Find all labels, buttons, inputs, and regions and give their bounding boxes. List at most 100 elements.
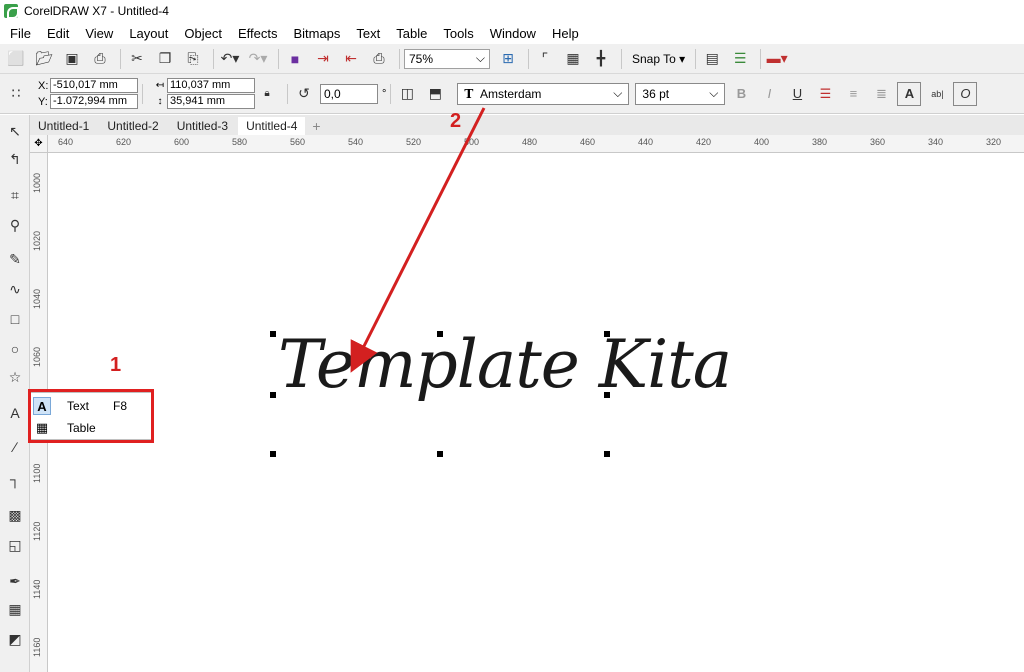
ruler-tick-label: 320 (986, 137, 1002, 147)
coreldraw-logo-icon (4, 4, 19, 19)
italic-icon[interactable]: I (757, 82, 781, 106)
crop-tool-icon[interactable]: ⌗ (3, 183, 27, 207)
eyedropper-tool-icon[interactable]: ✒ (3, 569, 27, 593)
tab-untitled-3[interactable]: Untitled-3 (169, 117, 236, 135)
ellipse-tool-icon[interactable]: ○ (3, 337, 27, 361)
smart-fill-icon[interactable]: ◩ (3, 627, 27, 651)
application-launcher-icon[interactable]: ▬▾ (765, 47, 789, 71)
rotation-angle-input[interactable]: 0,0 (320, 83, 378, 104)
save-icon[interactable]: ▣ (60, 47, 84, 71)
selection-handle[interactable] (437, 331, 443, 337)
menu-file[interactable]: File (6, 26, 39, 41)
new-document-icon[interactable]: ⬜ (4, 47, 28, 71)
menu-edit[interactable]: Edit (39, 26, 77, 41)
pick-tool-icon[interactable]: ↖ (3, 119, 27, 143)
chevron-down-icon: ⌵ (613, 86, 623, 100)
cut-icon[interactable]: ✂ (125, 47, 149, 71)
menu-effects[interactable]: Effects (230, 26, 286, 41)
menu-object[interactable]: Object (176, 26, 230, 41)
width-input[interactable]: 110,037 mm (167, 77, 255, 93)
menu-window[interactable]: Window (482, 26, 544, 41)
parallel-dimension-icon[interactable]: ∕ (3, 435, 27, 459)
x-label: X: (38, 79, 49, 92)
show-rulers-icon[interactable]: ⌜ (533, 47, 557, 71)
menu-layout[interactable]: Layout (121, 26, 176, 41)
edit-text-icon[interactable]: ab| (925, 82, 949, 106)
open-folder-icon[interactable]: 📂︎ (32, 47, 56, 71)
welcome-screen-icon[interactable]: ▤ (700, 47, 724, 71)
tab-untitled-4[interactable]: Untitled-4 (238, 117, 306, 135)
toolbar-divider (399, 48, 400, 69)
redo-icon[interactable]: ↷▾ (246, 47, 270, 71)
bullet-list-icon[interactable]: ≡ (841, 82, 865, 106)
add-tab-icon[interactable]: + (307, 117, 325, 135)
copy-icon[interactable]: ❐ (153, 47, 177, 71)
drop-shadow-icon[interactable]: ▩ (3, 503, 27, 527)
property-divider (287, 83, 288, 104)
rectangle-tool-icon[interactable]: □ (3, 307, 27, 331)
paste-icon[interactable]: ⎘ (181, 47, 205, 71)
zoom-level-select[interactable]: 75% ⌵ (404, 48, 490, 69)
object-origin-icon[interactable]: ∷ (4, 82, 28, 106)
y-label: Y: (38, 95, 48, 108)
menu-view[interactable]: View (77, 26, 121, 41)
export-icon[interactable]: ⇤ (339, 47, 363, 71)
height-input[interactable]: 35,941 mm (167, 93, 255, 109)
lock-ratio-icon[interactable]: 🔒︎ (255, 82, 279, 106)
menu-help[interactable]: Help (544, 26, 587, 41)
selection-handle[interactable] (270, 451, 276, 457)
mirror-horizontal-icon[interactable]: ◫ (395, 82, 419, 106)
text-properties-icon[interactable]: A (897, 81, 922, 106)
text-orientation-icon[interactable]: O (953, 81, 978, 106)
drawing-canvas[interactable] (49, 154, 1024, 672)
artistic-text-object[interactable]: Template Kita (278, 326, 732, 403)
show-guidelines-icon[interactable]: ╋ (589, 47, 613, 71)
import-icon[interactable]: ⇥ (311, 47, 335, 71)
options-icon[interactable]: ☰ (728, 47, 752, 71)
underline-icon[interactable]: U (785, 82, 809, 106)
publish-pdf-icon[interactable]: ⎙ (367, 47, 391, 71)
bold-icon[interactable]: B (729, 82, 753, 106)
selection-handle[interactable] (604, 451, 610, 457)
undo-icon[interactable]: ↶▾ (218, 47, 242, 71)
selection-handle[interactable] (270, 331, 276, 337)
menu-text[interactable]: Text (348, 26, 388, 41)
selection-handle[interactable] (270, 392, 276, 398)
angle-unit: ° (382, 87, 387, 100)
freehand-tool-icon[interactable]: ✎ (3, 247, 27, 271)
horizontal-ruler[interactable]: 640 620 600 580 560 540 520 500 480 460 … (48, 135, 1024, 153)
tab-untitled-1[interactable]: Untitled-1 (30, 117, 97, 135)
ruler-origin-icon[interactable]: ✥ (30, 135, 48, 153)
menu-bitmaps[interactable]: Bitmaps (285, 26, 348, 41)
polygon-tool-icon[interactable]: ☆ (3, 365, 27, 389)
selection-handle[interactable] (604, 392, 610, 398)
show-grid-icon[interactable]: ▦ (561, 47, 585, 71)
font-size-select[interactable]: 36 pt ⌵ (635, 82, 726, 105)
drop-cap-icon[interactable]: ≣ (869, 82, 893, 106)
ruler-tick-label: 380 (812, 137, 828, 147)
selection-handle[interactable] (437, 451, 443, 457)
text-tool-icon[interactable]: A (3, 401, 27, 425)
transparency-tool-icon[interactable]: ◱ (3, 533, 27, 557)
artistic-media-icon[interactable]: ∿ (3, 277, 27, 301)
zoom-fit-icon[interactable]: ⊞ (496, 47, 520, 71)
zoom-tool-icon[interactable]: ⚲ (3, 213, 27, 237)
menu-table[interactable]: Table (388, 26, 435, 41)
selection-handle[interactable] (604, 331, 610, 337)
font-list-select[interactable]: T Amsterdam ⌵ (457, 82, 630, 105)
text-align-icon[interactable]: ☰ (813, 82, 837, 106)
interactive-fill-icon[interactable]: ▦ (3, 597, 27, 621)
shape-tool-icon[interactable]: ↰ (3, 147, 27, 171)
menu-tools[interactable]: Tools (435, 26, 481, 41)
font-type-icon: T (464, 86, 474, 101)
print-icon[interactable]: ⎙ (88, 47, 112, 71)
tab-untitled-2[interactable]: Untitled-2 (99, 117, 166, 135)
ruler-tick-label: 1060 (32, 346, 42, 367)
x-position-input[interactable]: -510,017 mm (50, 77, 138, 93)
search-content-icon[interactable]: ■ (283, 47, 307, 71)
standard-toolbar: ⬜ 📂︎ ▣ ⎙ ✂ ❐ ⎘ ↶▾ ↷▾ ■ ⇥ ⇤ ⎙ 75% ⌵ ⊞ ⌜ ▦ … (0, 44, 1024, 74)
y-position-input[interactable]: -1.072,994 mm (50, 93, 138, 109)
snap-to-button[interactable]: Snap To ▾ (626, 48, 691, 70)
mirror-vertical-icon[interactable]: ⬒ (423, 82, 447, 106)
connector-tool-icon[interactable]: ┐ (3, 467, 27, 491)
